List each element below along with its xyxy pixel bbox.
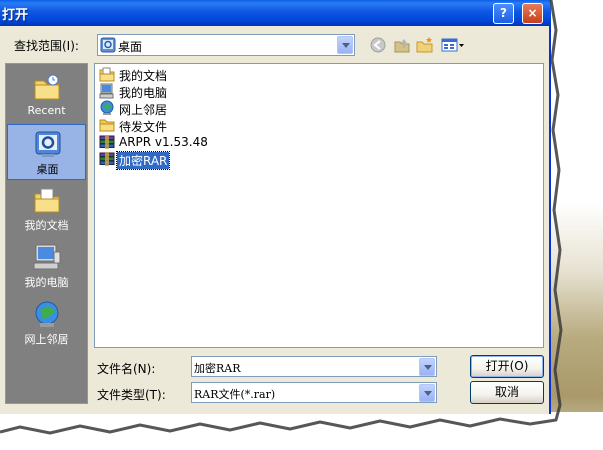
place-label: 我的文档 (24, 219, 69, 232)
place-desktop[interactable]: 桌面 (7, 124, 86, 180)
look-in-combo[interactable]: 桌面 (97, 34, 355, 56)
place-network[interactable]: 网上邻居 (7, 295, 86, 351)
open-file-dialog: 打开 ? × 查找范围(I): 桌面 Recent 桌面 我的文档 我的电脑 网… (0, 0, 551, 414)
background-landscape (549, 0, 603, 450)
network-icon (100, 100, 114, 115)
desktop-icon (35, 131, 61, 157)
filetype-label: 文件类型(T): (97, 388, 166, 402)
rar-archive-icon (99, 152, 115, 166)
help-icon: ? (500, 6, 507, 20)
rar-archive-icon (99, 135, 115, 149)
file-name: 加密RAR (115, 151, 171, 170)
filename-value: 加密RAR (194, 362, 241, 375)
place-label: 桌面 (36, 163, 59, 176)
close-button[interactable]: × (522, 3, 543, 24)
file-name: 待发文件 (119, 120, 168, 134)
folder-icon (99, 119, 115, 132)
my-documents-icon (34, 188, 60, 213)
network-icon (35, 301, 59, 327)
filetype-dropdown-button[interactable] (419, 384, 435, 402)
cancel-button[interactable]: 取消 (470, 381, 544, 404)
place-my-documents[interactable]: 我的文档 (7, 181, 86, 237)
filename-label: 文件名(N): (97, 362, 156, 376)
file-name: 我的电脑 (119, 86, 168, 100)
place-recent[interactable]: Recent (7, 68, 86, 124)
close-icon: × (527, 6, 538, 20)
place-label: 我的电脑 (24, 276, 69, 289)
background-bottom (0, 412, 603, 450)
back-icon[interactable] (369, 36, 387, 54)
title-bar[interactable]: 打开 ? × (0, 0, 551, 26)
filetype-select[interactable]: RAR文件(*.rar) (191, 382, 437, 403)
my-computer-icon (99, 83, 114, 99)
filename-combo[interactable]: 加密RAR (191, 356, 437, 377)
place-my-computer[interactable]: 我的电脑 (7, 238, 86, 294)
file-name: 网上邻居 (119, 103, 168, 117)
desktop-icon (100, 37, 116, 53)
help-button[interactable]: ? (493, 3, 514, 24)
up-folder-icon[interactable] (393, 36, 411, 54)
look-in-label: 查找范围(I): (14, 39, 79, 53)
place-label: Recent (27, 104, 66, 117)
my-documents-icon (99, 67, 115, 82)
file-list[interactable]: 我的文档 我的电脑 网上邻居 待发文件 ARPR v1.53.48 加密RAR (94, 63, 544, 348)
filetype-value: RAR文件(*.rar) (194, 388, 276, 401)
places-bar: Recent 桌面 我的文档 我的电脑 网上邻居 (5, 63, 88, 404)
my-computer-icon (33, 244, 61, 270)
look-in-value: 桌面 (118, 40, 143, 54)
window-title: 打开 (2, 8, 29, 23)
views-menu-icon[interactable] (440, 36, 466, 54)
place-label: 网上邻居 (24, 333, 69, 346)
open-button[interactable]: 打开(O) (470, 355, 544, 378)
file-name: ARPR v1.53.48 (119, 135, 208, 149)
recent-icon (34, 74, 60, 100)
file-name: 我的文档 (119, 69, 168, 83)
filename-dropdown-button[interactable] (419, 358, 435, 376)
new-folder-icon[interactable] (416, 36, 434, 54)
look-in-dropdown-button[interactable] (337, 36, 353, 54)
